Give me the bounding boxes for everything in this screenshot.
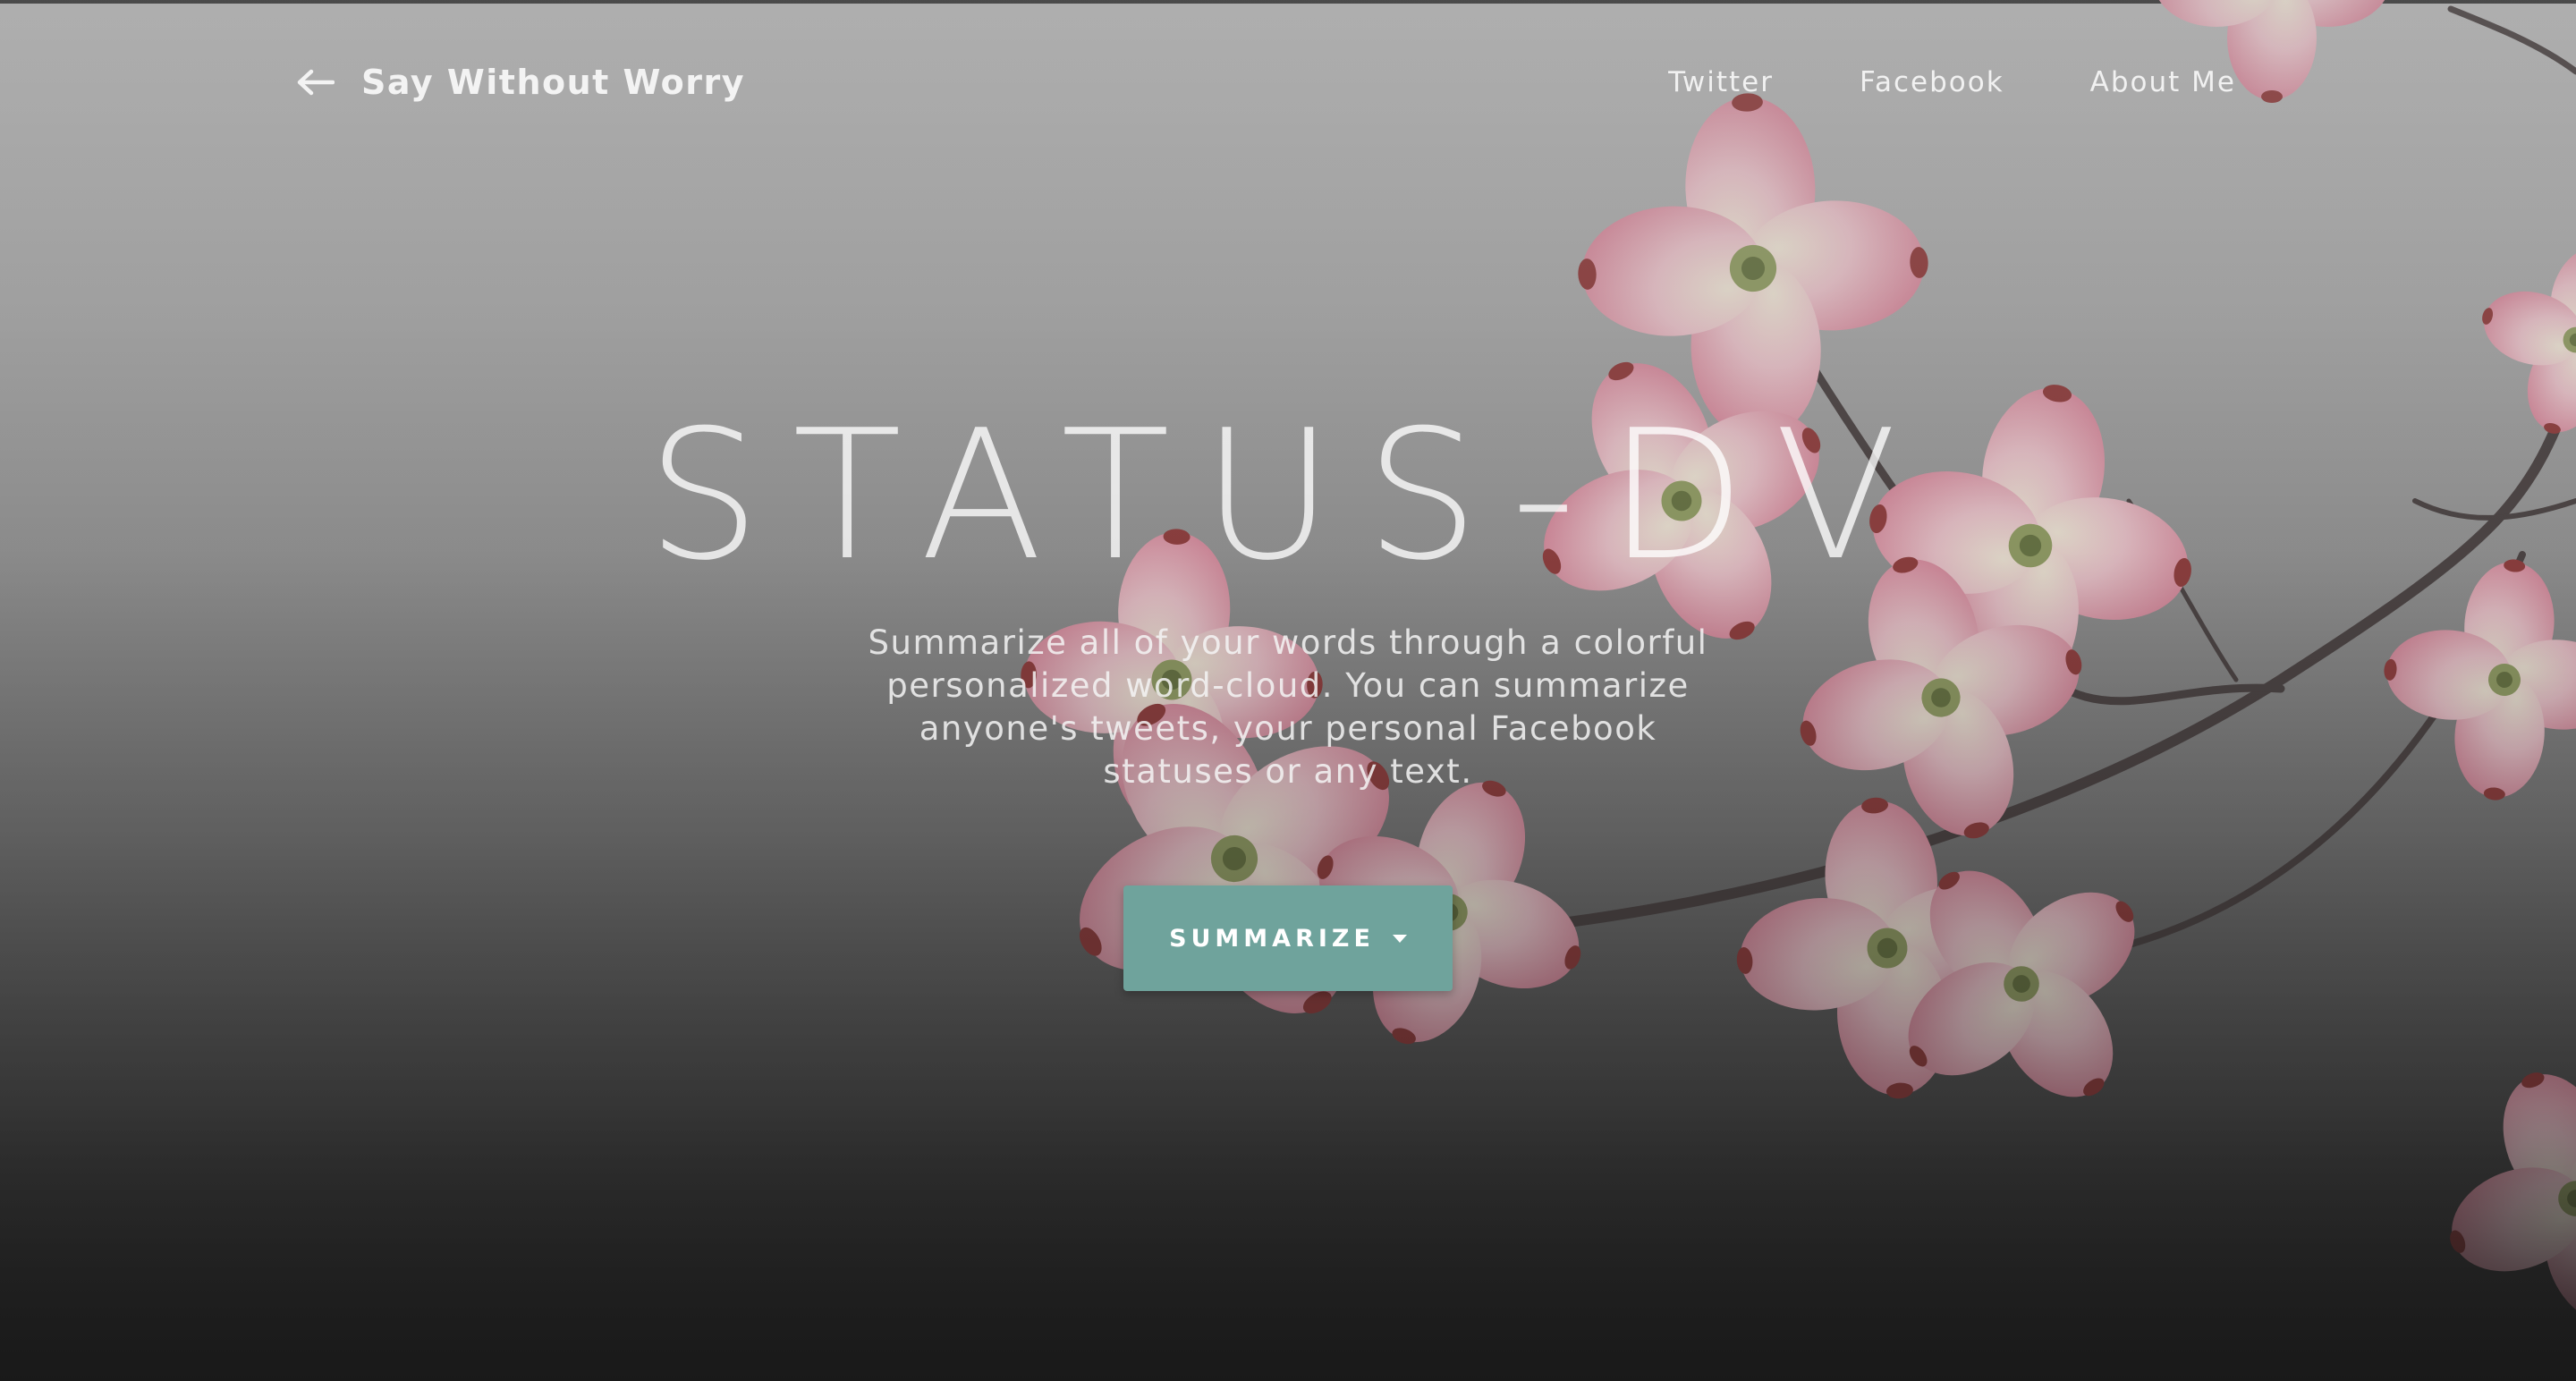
brand-title: Say Without Worry xyxy=(361,63,745,102)
nav-link-facebook[interactable]: Facebook xyxy=(1860,66,2004,98)
landing-page: Say Without Worry Twitter Facebook About… xyxy=(0,0,2576,1381)
navbar: Say Without Worry Twitter Facebook About… xyxy=(0,0,2576,161)
brand-link[interactable]: Say Without Worry xyxy=(295,55,745,109)
summarize-button-label: SUMMARIZE xyxy=(1169,924,1375,953)
nav-links: Twitter Facebook About Me xyxy=(1668,55,2236,109)
hero-title: STATUS-DV xyxy=(647,392,1929,600)
hero-subtitle: Summarize all of your words through a co… xyxy=(868,623,1708,791)
nav-link-twitter[interactable]: Twitter xyxy=(1668,66,1774,98)
caret-down-icon xyxy=(1392,934,1407,943)
nav-link-about-me[interactable]: About Me xyxy=(2090,66,2236,98)
arrow-left-icon xyxy=(297,69,335,96)
summarize-dropdown-button[interactable]: SUMMARIZE xyxy=(1123,885,1453,991)
